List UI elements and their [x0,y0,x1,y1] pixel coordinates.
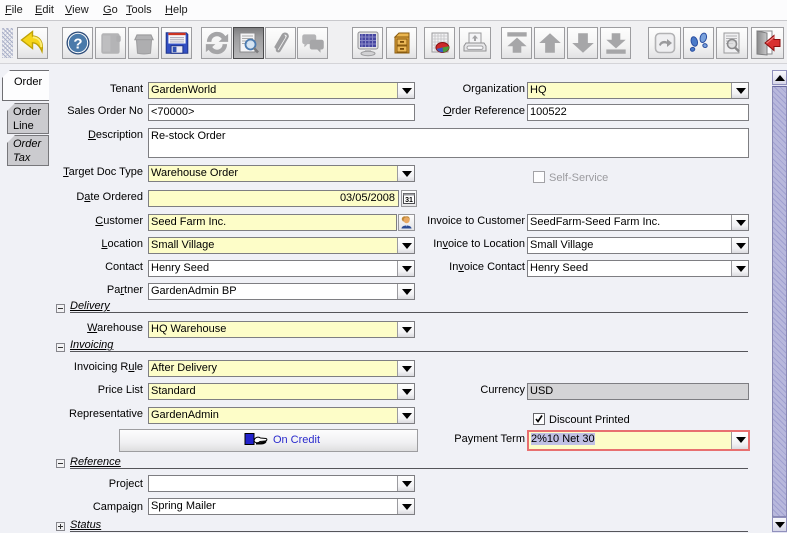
svg-text:?: ? [73,36,82,53]
svg-text:31: 31 [405,197,413,204]
